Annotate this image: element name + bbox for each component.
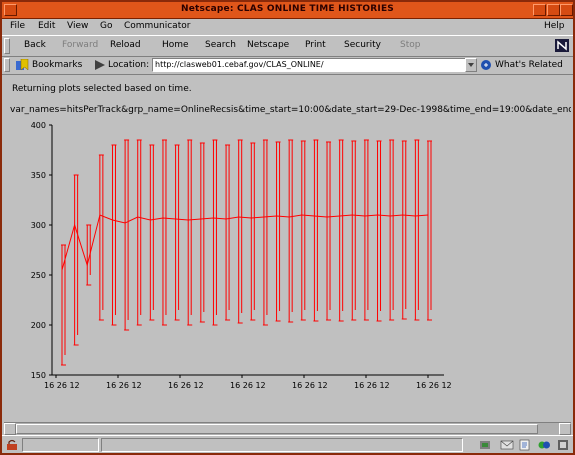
time-history-chart: 400350300250200150 16 26 12 16 26 12 16 26… <box>31 121 452 390</box>
whats-related-icon[interactable] <box>480 59 494 71</box>
location-page-icon[interactable] <box>95 60 105 70</box>
y-tick-label: 150 <box>31 371 46 380</box>
security-lock-icon[interactable] <box>6 439 18 451</box>
menu-bar: File Edit View Go Communicator Help <box>2 19 573 34</box>
x-tick-labels: 16 26 12 16 26 12 16 26 12 16 26 12 16 26 12… <box>44 375 452 390</box>
mail-icon[interactable] <box>500 439 514 451</box>
page-content: Returning plots selected based on time. … <box>4 75 571 432</box>
menu-file[interactable]: File <box>10 21 25 31</box>
x-tick-label: 16 26 12 <box>416 381 452 390</box>
y-tick-label: 300 <box>31 221 46 230</box>
x-tick-label: 16 26 12 <box>230 381 266 390</box>
composer-icon[interactable] <box>518 439 532 451</box>
netscape-logo-icon[interactable] <box>555 39 569 52</box>
horizontal-scrollbar[interactable] <box>4 422 571 435</box>
location-toolbar: Bookmarks Location: http://clasweb01.ceb… <box>2 56 573 75</box>
navigator-icon[interactable] <box>478 439 492 451</box>
back-button[interactable]: Back <box>24 40 46 50</box>
page-message: Returning plots selected based on time. <box>12 84 192 94</box>
location-grip[interactable] <box>4 58 10 72</box>
print-button[interactable]: Print <box>305 40 326 50</box>
location-label: Location: <box>108 60 150 70</box>
netscape-button[interactable]: Netscape <box>247 40 289 50</box>
close-button[interactable] <box>560 4 573 16</box>
y-tick-labels: 400 350 300 250 200 150 <box>31 121 52 380</box>
x-tick-label: 16 26 12 <box>106 381 142 390</box>
window-title: Netscape: CLAS ONLINE TIME HISTORIES <box>181 4 394 14</box>
query-string: var_names=hitsPerTrack&grp_name=OnlineRe… <box>10 105 571 115</box>
x-tick-label: 16 26 12 <box>168 381 204 390</box>
chart-axes <box>51 125 444 376</box>
newsgroup-icon[interactable] <box>537 439 551 451</box>
forward-button[interactable]: Forward <box>62 40 98 50</box>
browser-window: Netscape: CLAS ONLINE TIME HISTORIES Fil… <box>0 0 575 455</box>
menu-edit[interactable]: Edit <box>38 21 55 31</box>
toolbar-grip[interactable] <box>4 38 10 54</box>
chevron-down-icon <box>468 63 474 67</box>
menu-go[interactable]: Go <box>100 21 112 31</box>
x-tick-label: 16 26 12 <box>44 381 80 390</box>
y-tick-label: 400 <box>31 121 46 130</box>
status-text-field <box>101 438 463 452</box>
scroll-thumb[interactable] <box>16 424 538 434</box>
scroll-right-button[interactable] <box>559 423 571 435</box>
addressbook-icon[interactable] <box>556 439 570 451</box>
scroll-left-button[interactable] <box>4 423 16 435</box>
y-tick-label: 350 <box>31 171 46 180</box>
x-tick-label: 16 26 12 <box>292 381 328 390</box>
bookmarks-label[interactable]: Bookmarks <box>32 60 82 70</box>
menu-help[interactable]: Help <box>544 21 565 31</box>
maximize-button[interactable] <box>547 4 560 16</box>
whats-related-label[interactable]: What's Related <box>495 60 563 70</box>
x-tick-label: 16 26 12 <box>354 381 390 390</box>
search-button[interactable]: Search <box>205 40 236 50</box>
series-line <box>61 214 429 271</box>
status-bar <box>2 435 573 454</box>
stop-button[interactable]: Stop <box>400 40 420 50</box>
bookmarks-icon[interactable] <box>15 59 29 71</box>
minimize-button[interactable] <box>533 4 546 16</box>
url-field[interactable]: http://clasweb01.cebaf.gov/CLAS_ONLINE/ <box>152 58 468 72</box>
reload-button[interactable]: Reload <box>110 40 141 50</box>
y-tick-label: 200 <box>31 321 46 330</box>
navigation-toolbar: Back Forward Reload Home Search Netscape… <box>2 35 573 57</box>
menu-view[interactable]: View <box>67 21 88 31</box>
url-history-dropdown[interactable] <box>465 58 477 72</box>
home-button[interactable]: Home <box>162 40 189 50</box>
security-button[interactable]: Security <box>344 40 381 50</box>
title-bar[interactable]: Netscape: CLAS ONLINE TIME HISTORIES <box>2 2 573 19</box>
chart-marks <box>61 139 432 366</box>
progress-field <box>22 438 99 452</box>
menu-communicator[interactable]: Communicator <box>124 21 190 31</box>
y-tick-label: 250 <box>31 271 46 280</box>
